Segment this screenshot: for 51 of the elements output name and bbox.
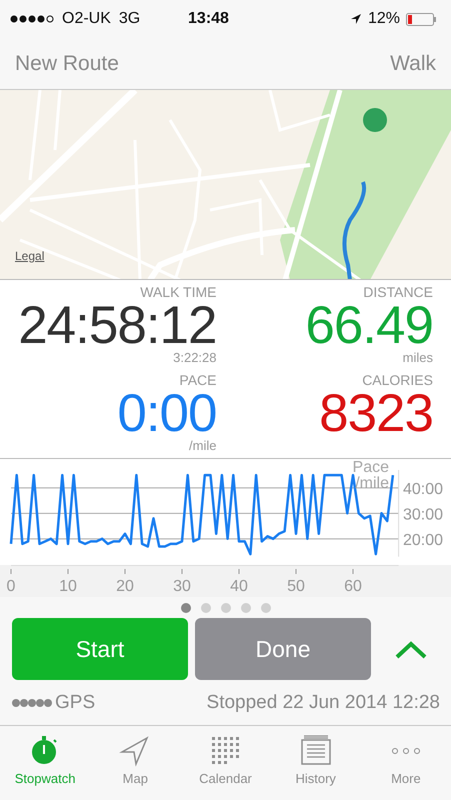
done-button[interactable]: Done [195,618,371,680]
stat-value: 66.49 [305,301,433,352]
x-tick-label: 30 [173,578,191,595]
start-button[interactable]: Start [12,618,188,680]
more-icon [392,748,420,754]
tab-item[interactable]: Stopwatch [0,726,90,794]
stopped-status: Stopped 22 Jun 2014 12:28 [206,692,440,714]
activity-type[interactable]: Walk [390,52,436,76]
gps-signal-icon [12,698,53,708]
tab-item[interactable]: Map [90,726,180,794]
x-axis: 0 10 20 30 40 50 60 [6,568,362,595]
page-dot[interactable] [180,603,190,613]
stat-label: WALK TIME [140,285,216,299]
page-dot[interactable] [220,603,230,613]
carrier-name: O2-UK [62,10,111,28]
stat-unit: miles [402,351,433,366]
signal-icon [10,14,54,24]
stat-label: PACE [179,373,216,387]
location-arrow-icon [350,13,362,25]
calendar-grid-icon [210,734,242,766]
page-dot[interactable] [200,603,210,613]
stat-unit: /mile [189,439,216,454]
x-tick-label: 50 [287,578,305,595]
navigation-arrow-icon [119,734,152,766]
network-type: 3G [118,10,140,28]
battery-icon [406,12,437,26]
document-icon [300,734,332,766]
tab-item[interactable]: History [270,726,361,794]
clock-time: 13:48 [187,10,230,28]
x-tick-label: 0 [6,578,16,595]
page-dot[interactable] [240,603,250,613]
x-tick-label: 20 [116,578,134,595]
x-tick-label: 40 [230,578,248,595]
legal-link[interactable]: Legal [15,249,44,263]
tab-item[interactable]: More [360,726,451,794]
stat-label: DISTANCE [363,285,433,299]
page-dot[interactable] [260,603,270,613]
x-tick-label: 60 [344,578,362,595]
stat-unit: 3:22:28 [173,351,216,366]
stat-label: CALORIES [362,373,433,387]
y-tick-label: 40:00 [403,480,444,498]
tab-item[interactable]: Calendar [180,726,271,794]
y-tick-label: 30:00 [403,506,444,524]
battery-percent: 12% [368,10,400,28]
stat-value: 0:00 [117,389,216,440]
route-title[interactable]: New Route [15,52,119,76]
stat-value: 24:58:12 [18,301,216,352]
y-tick-label: 20:00 [403,532,444,549]
gps-label: GPS [55,692,96,714]
stat-value: 8323 [319,389,433,440]
x-tick-label: 10 [59,578,77,595]
